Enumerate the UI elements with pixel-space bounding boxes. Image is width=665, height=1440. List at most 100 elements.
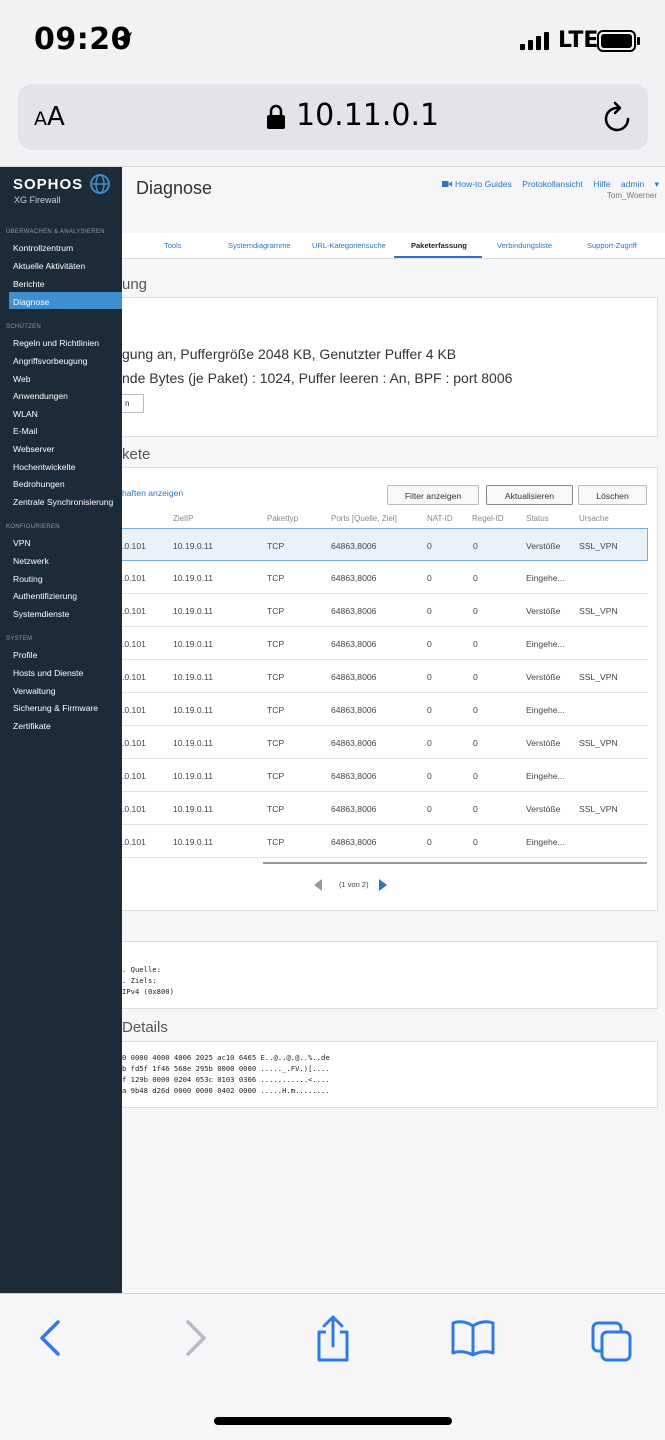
share-icon[interactable] (313, 1314, 353, 1362)
hex-line: a 9b48 d26d 0000 0000 0402 0000 .....H.m… (122, 1086, 330, 1095)
cell-dest-ip: 10.19.0.11 (173, 672, 213, 682)
packets-panel: haften anzeigen Filter anzeigen Aktualis… (122, 467, 658, 911)
reload-icon[interactable] (602, 100, 634, 134)
tab-systemdiagramme[interactable]: Systemdiagramme (228, 241, 291, 250)
back-icon[interactable] (36, 1318, 66, 1358)
col-regel-id[interactable]: Regel-ID (472, 514, 504, 523)
sidebar-item-hosts-dienste[interactable]: Hosts und Dienste (13, 668, 83, 678)
sidebar-item-hochentwickelte[interactable]: Hochentwickelte (13, 462, 76, 472)
sidebar-item-aktuelle-aktivitaeten[interactable]: Aktuelle Aktivitäten (13, 261, 85, 271)
cell-dest-ip: 10.19.0.11 (173, 639, 213, 649)
table-row[interactable]: .0.101 10.19.0.11 TCP 64863,8006 0 0 Ein… (122, 759, 648, 792)
web-content: SOPHOS XG Firewall ÜBERWACHEN & ANALYSIE… (0, 166, 665, 1293)
col-ursache[interactable]: Ursache (579, 514, 609, 523)
sidebar-item-email[interactable]: E-Mail (13, 426, 37, 436)
cell-nat: 0 (427, 672, 432, 682)
cell-nat: 0 (427, 837, 432, 847)
sidebar-item-diagnose[interactable]: Diagnose (9, 292, 122, 309)
cell-ports: 64863,8006 (331, 639, 377, 649)
filter-button[interactable]: Filter anzeigen (387, 485, 479, 505)
text-size-button[interactable]: AA (34, 102, 65, 132)
tab-paketerfassung[interactable]: Paketerfassung (411, 241, 467, 250)
sidebar-item-verwaltung[interactable]: Verwaltung (13, 686, 56, 696)
cell-status: Eingehe... (526, 771, 565, 781)
sidebar-item-authentifizierung[interactable]: Authentifizierung (13, 591, 77, 601)
tabs-icon[interactable] (590, 1320, 634, 1364)
next-page-icon[interactable] (379, 879, 387, 891)
tab-verbindungsliste[interactable]: Verbindungsliste (497, 241, 552, 250)
table-row[interactable]: .0.101 10.19.0.11 TCP 64863,8006 0 0 Ver… (122, 726, 648, 759)
sidebar-item-webserver[interactable]: Webserver (13, 444, 54, 454)
cell-rule: 0 (473, 705, 478, 715)
cell-dest-ip: 10.19.0.11 (173, 771, 213, 781)
tab-support-zugriff[interactable]: Support-Zugriff (587, 241, 637, 250)
cell-status: Eingehe... (526, 573, 565, 583)
horizontal-scrollbar[interactable] (263, 862, 647, 864)
prev-page-icon[interactable] (314, 879, 322, 891)
sidebar-item-vpn[interactable]: VPN (13, 538, 31, 548)
hex-line: f 129b 0000 0204 053c 0103 0306 ........… (122, 1075, 330, 1084)
cell-status: Eingehe... (526, 705, 565, 715)
table-row[interactable]: .0.101 10.19.0.11 TCP 64863,8006 0 0 Ver… (122, 594, 648, 627)
address-bar[interactable]: AA 10.11.0.1 (18, 84, 648, 150)
tab-tools[interactable]: Tools (164, 241, 182, 250)
sidebar-item-kontrollzentrum[interactable]: Kontrollzentrum (13, 243, 73, 253)
sidebar-item-systemdienste[interactable]: Systemdienste (13, 609, 69, 619)
cell-dest-ip: 10.19.0.11 (173, 804, 213, 814)
cell-source-ip: .0.101 (122, 672, 146, 682)
pagination: (1 von 2) (314, 878, 394, 892)
sidebar-item-routing[interactable]: Routing (13, 574, 43, 584)
sidebar-item-berichte[interactable]: Berichte (13, 279, 45, 289)
cell-rule: 0 (473, 837, 478, 847)
forward-icon[interactable] (180, 1318, 210, 1358)
sidebar-item-bedrohungen[interactable]: Bedrohungen (13, 479, 65, 489)
admin-menu[interactable]: admin ▾ (621, 179, 659, 189)
col-ports[interactable]: Ports [Quelle, Ziel] (331, 514, 397, 523)
cell-rule: 0 (473, 573, 478, 583)
col-pakettyp[interactable]: Pakettyp (267, 514, 298, 523)
sidebar-item-web[interactable]: Web (13, 374, 31, 384)
bookmarks-icon[interactable] (450, 1318, 496, 1358)
cell-reason: SSL_VPN (579, 738, 618, 748)
cell-type: TCP (267, 639, 285, 649)
table-row[interactable]: .0.101 10.19.0.11 TCP 64863,8006 0 0 Ein… (122, 693, 648, 726)
sidebar-item-sicherung-firmware[interactable]: Sicherung & Firmware (13, 703, 98, 713)
table-row[interactable]: .0.101 10.19.0.11 TCP 64863,8006 0 0 Ver… (122, 792, 648, 825)
table-row[interactable]: .0.101 10.19.0.11 TCP 64863,8006 0 0 Ver… (122, 660, 648, 693)
tab-url-kategoriensuche[interactable]: URL-Kategoriensuche (312, 241, 386, 250)
col-status[interactable]: Status (526, 514, 549, 523)
page-title: Diagnose (136, 178, 213, 198)
protokollansicht-link[interactable]: Protokollansicht (522, 179, 583, 189)
cell-source-ip: .0.101 (122, 541, 146, 551)
col-zielip[interactable]: ZielIP (173, 514, 193, 523)
home-indicator[interactable] (214, 1417, 452, 1425)
cell-nat: 0 (427, 804, 432, 814)
info-line: . Quelle: (122, 965, 161, 974)
sidebar-item-netzwerk[interactable]: Netzwerk (13, 556, 49, 566)
table-row[interactable]: .0.101 10.19.0.11 TCP 64863,8006 0 0 Ein… (122, 825, 648, 858)
table-row[interactable]: .0.101 10.19.0.11 TCP 64863,8006 0 0 Ein… (122, 561, 648, 594)
col-nat-id[interactable]: NAT-ID (427, 514, 453, 523)
cell-reason: SSL_VPN (579, 541, 618, 551)
sophos-logo: SOPHOS (13, 176, 84, 193)
cell-type: TCP (267, 541, 285, 551)
capture-config-line: nde Bytes (je Paket) : 1024, Puffer leer… (122, 370, 513, 386)
show-properties-link[interactable]: haften anzeigen (122, 488, 183, 498)
cell-source-ip: .0.101 (122, 705, 146, 715)
table-row[interactable]: .0.101 10.19.0.11 TCP 64863,8006 0 0 Ver… (122, 528, 648, 561)
sidebar-item-regeln[interactable]: Regeln und Richtlinien (13, 338, 99, 348)
clear-button[interactable]: Löschen (578, 485, 647, 505)
table-row[interactable]: .0.101 10.19.0.11 TCP 64863,8006 0 0 Ein… (122, 627, 648, 660)
sidebar-item-profile[interactable]: Profile (13, 650, 37, 660)
cell-rule: 0 (473, 738, 478, 748)
sidebar-item-angriffsvorbeugung[interactable]: Angriffsvorbeugung (13, 356, 87, 366)
url-text[interactable]: 10.11.0.1 (296, 98, 439, 133)
howto-link[interactable]: How-to Guides (441, 179, 512, 189)
sidebar-item-anwendungen[interactable]: Anwendungen (13, 391, 68, 401)
sidebar-item-wlan[interactable]: WLAN (13, 409, 38, 419)
hilfe-link[interactable]: Hilfe (593, 179, 610, 189)
sidebar-item-zentrale-sync[interactable]: Zentrale Synchronisierung (13, 497, 113, 507)
cell-source-ip: .0.101 (122, 804, 146, 814)
sidebar-item-zertifikate[interactable]: Zertifikate (13, 721, 51, 731)
refresh-button[interactable]: Aktualisieren (486, 485, 573, 505)
